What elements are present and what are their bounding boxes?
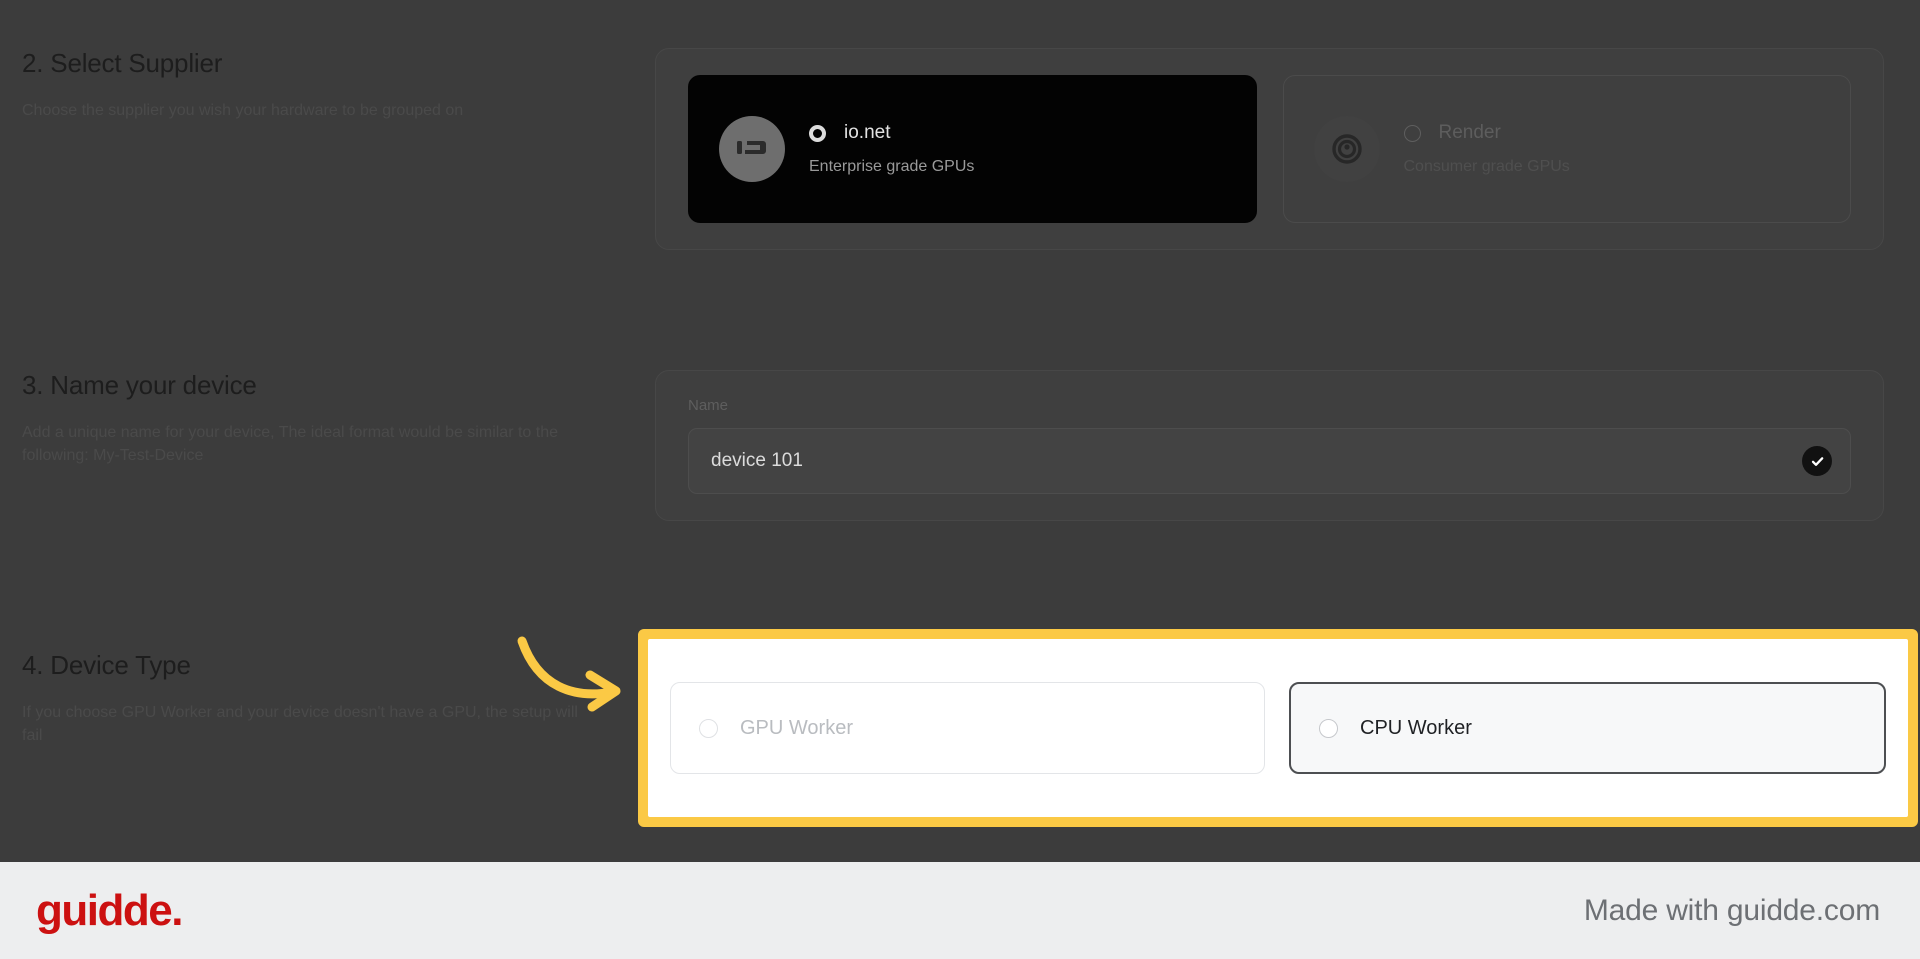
device-type-grid: GPU Worker CPU Worker bbox=[670, 682, 1886, 774]
supplier-subtitle-render: Consumer grade GPUs bbox=[1403, 158, 1570, 175]
step-name-device: 3. Name your device Add a unique name fo… bbox=[0, 370, 1920, 521]
device-type-label-cpu-worker: CPU Worker bbox=[1360, 716, 1472, 739]
radio-gpu-worker-icon[interactable] bbox=[699, 718, 718, 738]
name-field-label: Name bbox=[688, 397, 729, 414]
device-type-panel: GPU Worker CPU Worker bbox=[648, 639, 1908, 817]
render-head: Render bbox=[1403, 122, 1570, 144]
step-supplier-labels: 2. Select Supplier Choose the supplier y… bbox=[0, 48, 655, 250]
device-name-value: device 101 bbox=[711, 450, 803, 471]
step-devtype-title: 4. Device Type bbox=[22, 650, 191, 680]
step-supplier-panel-column: io.net Enterprise grade GPUs Render Cons… bbox=[655, 48, 1920, 250]
device-type-option-cpu-worker[interactable]: CPU Worker bbox=[1289, 682, 1886, 774]
device-type-option-gpu-worker[interactable]: GPU Worker bbox=[670, 682, 1265, 774]
step-name-title: 3. Name your device bbox=[22, 370, 257, 400]
ionet-text: io.net Enterprise grade GPUs bbox=[809, 122, 974, 176]
device-type-label-gpu-worker: GPU Worker bbox=[740, 716, 853, 739]
step-supplier-title: 2. Select Supplier bbox=[22, 48, 223, 78]
supplier-subtitle-ionet: Enterprise grade GPUs bbox=[809, 158, 975, 175]
device-type-highlight: GPU Worker CPU Worker bbox=[638, 629, 1918, 827]
step-devtype-labels: 4. Device Type If you choose GPU Worker … bbox=[0, 650, 655, 748]
wizard-content: 2. Select Supplier Choose the supplier y… bbox=[0, 0, 1920, 862]
step-name-labels: 3. Name your device Add a unique name fo… bbox=[0, 370, 655, 521]
guidde-logo: guidde. bbox=[36, 885, 183, 935]
radio-render-icon[interactable] bbox=[1403, 124, 1421, 142]
ionet-logo-icon bbox=[719, 116, 785, 182]
step-name-description: Add a unique name for your device, The i… bbox=[22, 424, 558, 465]
supplier-option-ionet[interactable]: io.net Enterprise grade GPUs bbox=[688, 75, 1257, 223]
step-supplier-description: Choose the supplier you wish your hardwa… bbox=[22, 102, 464, 120]
check-circle-icon bbox=[1802, 446, 1832, 476]
supplier-name-render: Render bbox=[1438, 122, 1501, 143]
footer-bar: guidde. Made with guidde.com bbox=[0, 862, 1920, 959]
made-with-label: Made with guidde.com bbox=[1583, 893, 1880, 927]
app-root: 2. Select Supplier Choose the supplier y… bbox=[0, 0, 1920, 959]
supplier-name-ionet: io.net bbox=[844, 122, 891, 143]
device-name-input[interactable]: device 101 bbox=[688, 428, 1851, 494]
radio-cpu-worker-icon[interactable] bbox=[1319, 718, 1338, 738]
render-text: Render Consumer grade GPUs bbox=[1403, 122, 1570, 176]
ionet-head: io.net bbox=[809, 122, 974, 144]
step-name-panel-column: Name device 101 bbox=[655, 370, 1920, 521]
supplier-options-grid: io.net Enterprise grade GPUs Render Cons… bbox=[688, 75, 1851, 223]
supplier-option-render[interactable]: Render Consumer grade GPUs bbox=[1282, 75, 1851, 223]
step-devtype-description: If you choose GPU Worker and your device… bbox=[22, 704, 578, 745]
step-select-supplier: 2. Select Supplier Choose the supplier y… bbox=[0, 48, 1920, 250]
radio-ionet-icon[interactable] bbox=[809, 124, 826, 142]
render-logo-icon bbox=[1313, 116, 1380, 182]
device-name-panel: Name device 101 bbox=[655, 370, 1884, 521]
supplier-panel: io.net Enterprise grade GPUs Render Cons… bbox=[655, 48, 1884, 250]
